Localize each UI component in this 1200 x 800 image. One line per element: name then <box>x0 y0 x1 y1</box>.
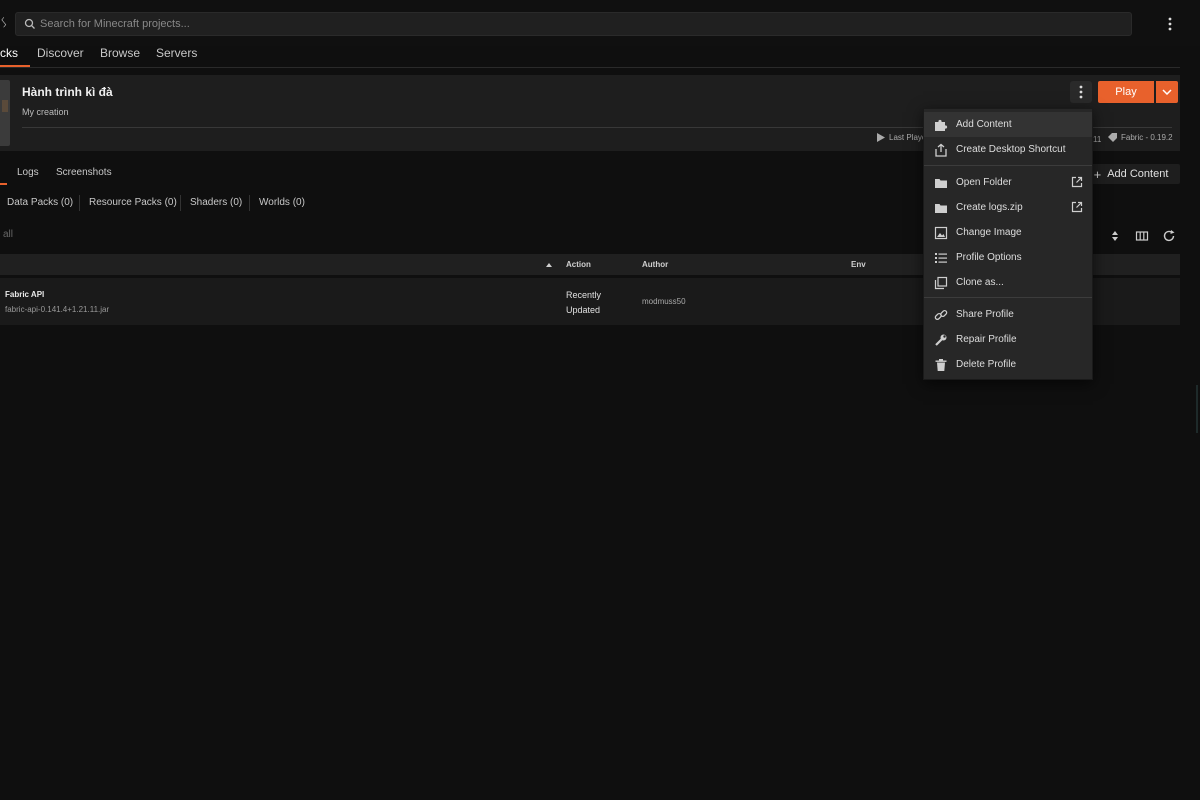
menu-item-delete-profile[interactable]: Delete Profile <box>924 352 1092 377</box>
menu-item-label: Open Folder <box>956 177 1012 188</box>
menu-item-label: Add Content <box>956 119 1012 130</box>
instance-context-menu: Add Content Create Desktop Shortcut Open… <box>923 108 1093 380</box>
instance-options-button[interactable] <box>1070 81 1092 103</box>
tab-screenshots[interactable]: Screenshots <box>56 167 112 178</box>
instance-image[interactable] <box>0 80 10 146</box>
tab-servers[interactable]: Servers <box>156 46 197 60</box>
mod-author[interactable]: modmuss50 <box>642 297 686 306</box>
menu-item-share-profile[interactable]: Share Profile <box>924 302 1092 327</box>
active-subtab-indicator <box>0 183 7 185</box>
share-export-icon <box>935 143 947 157</box>
divider <box>249 195 250 211</box>
filter-data-packs[interactable]: Data Packs (0) <box>7 197 73 208</box>
image-icon <box>934 226 948 240</box>
menu-item-clone-as[interactable]: Clone as... <box>924 270 1092 295</box>
scroll-edge <box>1196 385 1198 433</box>
menu-item-label: Create logs.zip <box>956 202 1023 213</box>
search-icon <box>24 18 35 29</box>
divider <box>79 195 80 211</box>
chevron-down-icon <box>1162 89 1172 95</box>
last-played-label: Last Playe <box>889 133 927 142</box>
mod-name: Fabric API <box>5 290 45 299</box>
mod-action-line: Recently <box>566 290 602 300</box>
menu-item-label: Profile Options <box>956 252 1022 263</box>
filter-resource-packs[interactable]: Resource Packs (0) <box>89 197 177 208</box>
menu-item-profile-options[interactable]: Profile Options <box>924 245 1092 270</box>
mod-action-line: Updated <box>566 305 601 315</box>
filter-worlds[interactable]: Worlds (0) <box>259 197 305 208</box>
wrench-icon <box>935 334 947 346</box>
menu-item-label: Clone as... <box>956 277 1004 288</box>
tab-logs[interactable]: Logs <box>17 167 39 178</box>
search-input[interactable] <box>40 13 1120 35</box>
refresh-icon[interactable] <box>1162 229 1176 243</box>
divider <box>180 195 181 211</box>
external-link-icon <box>1071 201 1083 213</box>
folder-icon <box>935 204 947 213</box>
loader-label: Fabric - 0.19.2 <box>1121 133 1173 142</box>
menu-item-create-logs-zip[interactable]: Create logs.zip <box>924 195 1092 220</box>
plus-icon: + <box>1093 166 1102 182</box>
clone-icon <box>934 276 948 290</box>
columns-icon[interactable] <box>1135 229 1149 243</box>
menu-item-repair-profile[interactable]: Repair Profile <box>924 327 1092 352</box>
app-glyph: ᛊ <box>0 15 8 30</box>
menu-item-label: Change Image <box>956 227 1022 238</box>
add-content-button[interactable]: + Add Content <box>1082 164 1180 184</box>
list-icon <box>935 253 947 263</box>
tab-label: cks <box>0 46 18 60</box>
folder-icon <box>935 179 947 188</box>
select-all-label[interactable]: all <box>3 229 13 240</box>
menu-item-change-image[interactable]: Change Image <box>924 220 1092 245</box>
trash-icon <box>935 359 947 371</box>
menu-item-label: Share Profile <box>956 309 1014 320</box>
filter-shaders[interactable]: Shaders (0) <box>190 197 242 208</box>
more-options-icon[interactable] <box>1160 14 1180 34</box>
sort-icon[interactable] <box>1108 229 1122 243</box>
instance-subtitle: My creation <box>22 107 69 117</box>
tab-label: Browse <box>100 46 141 60</box>
tab-browse[interactable]: Browse <box>100 46 140 60</box>
menu-item-create-desktop-shortcut[interactable]: Create Desktop Shortcut <box>924 137 1092 162</box>
puzzle-icon <box>935 119 948 131</box>
menu-separator <box>924 297 1092 298</box>
menu-separator <box>924 165 1092 166</box>
play-small-icon <box>877 133 885 142</box>
menu-item-label: Repair Profile <box>956 334 1017 345</box>
top-bar: ᛊ <box>0 0 1200 46</box>
game-version: 11 <box>1093 135 1102 144</box>
external-link-icon <box>1071 176 1083 188</box>
column-action[interactable]: Action <box>566 260 591 269</box>
loader-info: Fabric - 0.19.2 <box>1108 133 1173 142</box>
mod-filename: fabric-api-0.141.4+1.21.11.jar <box>5 305 110 314</box>
menu-item-label: Create Desktop Shortcut <box>956 144 1066 155</box>
menu-item-label: Delete Profile <box>956 359 1017 370</box>
column-author[interactable]: Author <box>642 260 668 269</box>
play-button[interactable]: Play <box>1098 81 1154 103</box>
tab-discover[interactable]: Discover <box>37 46 84 60</box>
main-tabs: cks Discover Browse Servers <box>0 44 1180 68</box>
search-bar[interactable] <box>15 12 1132 36</box>
add-content-label: Add Content <box>1107 168 1169 180</box>
link-icon <box>934 309 948 321</box>
tab-label: Servers <box>156 46 198 60</box>
tab-modpacks[interactable]: cks <box>0 46 30 67</box>
more-options-icon <box>1079 85 1083 99</box>
last-played: Last Playe <box>877 133 926 142</box>
play-dropdown-button[interactable] <box>1156 81 1178 103</box>
instance-title: Hành trình kì đà <box>22 85 113 99</box>
menu-item-add-content[interactable]: Add Content <box>924 112 1092 137</box>
sort-ascending-icon[interactable] <box>546 263 552 267</box>
menu-item-open-folder[interactable]: Open Folder <box>924 170 1092 195</box>
active-tab-indicator <box>0 65 30 67</box>
tag-icon <box>1108 133 1117 142</box>
column-env[interactable]: Env <box>851 260 866 269</box>
mod-action: Recently Updated <box>566 288 626 318</box>
tab-label: Discover <box>37 46 84 60</box>
